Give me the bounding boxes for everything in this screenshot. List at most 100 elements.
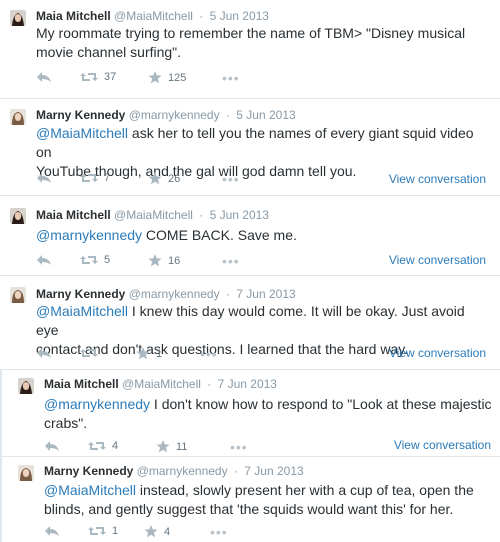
reply-button[interactable] xyxy=(44,440,60,452)
tweet-text: @MaiaMitchell instead, slowly present he… xyxy=(44,481,499,519)
tweet-text-fragment: I don't know how to respond to "Look at … xyxy=(150,396,492,412)
more-options-icon[interactable]: ••• xyxy=(230,440,248,454)
separator-dot: · xyxy=(225,108,230,122)
retweet-icon xyxy=(80,256,98,264)
favorite-count: 125 xyxy=(168,71,187,84)
favorite-button[interactable]: 26 xyxy=(148,172,180,185)
favorite-button[interactable]: 1 xyxy=(136,347,162,360)
tweet-author-name[interactable]: Marny Kennedy xyxy=(36,287,125,301)
more-options-icon[interactable]: ••• xyxy=(222,172,240,186)
retweet-button[interactable]: 37 xyxy=(80,71,116,83)
mention-link[interactable]: @marnykennedy xyxy=(36,227,142,243)
separator-dot: · xyxy=(199,9,204,23)
favorite-count: 16 xyxy=(168,254,181,267)
tweet-timestamp[interactable]: 5 Jun 2013 xyxy=(210,9,269,23)
reply-icon xyxy=(45,441,59,451)
tweet-6: Marny Kennedy @marnykennedy · 7 Jun 2013… xyxy=(0,457,500,542)
favorite-star-icon xyxy=(144,525,158,538)
tweet-text-fragment: instead, slowly present her with a cup o… xyxy=(136,482,474,498)
tweet-author-name[interactable]: Maia Mitchell xyxy=(44,377,119,391)
tweet-text-line: @MaiaMitchell I knew this day would come… xyxy=(36,302,491,340)
reply-icon xyxy=(37,173,51,183)
tweet-timestamp[interactable]: 7 Jun 2013 xyxy=(236,287,295,301)
retweet-icon xyxy=(80,73,98,81)
tweet-author-name[interactable]: Marny Kennedy xyxy=(36,108,125,122)
tweet-4: Marny Kennedy @marnykennedy · 7 Jun 2013… xyxy=(0,276,500,370)
tweet-author-handle[interactable]: @MaiaMitchell xyxy=(122,377,201,391)
tweet-text-fragment: COME BACK. Save me. xyxy=(142,227,297,243)
view-conversation-link[interactable]: View conversation xyxy=(389,172,486,186)
favorite-button[interactable]: 11 xyxy=(156,440,187,453)
tweet-author-handle[interactable]: @marnykennedy xyxy=(129,287,220,301)
favorite-star-icon xyxy=(148,254,162,267)
favorite-count: 11 xyxy=(176,440,188,453)
favorite-button[interactable]: 16 xyxy=(148,254,180,267)
view-conversation-link[interactable]: View conversation xyxy=(389,253,486,267)
reply-icon xyxy=(37,348,51,358)
tweet-author-handle[interactable]: @MaiaMitchell xyxy=(114,9,193,23)
favorite-star-icon xyxy=(156,440,170,453)
retweet-button[interactable]: 4 xyxy=(88,440,118,452)
reply-button[interactable] xyxy=(36,254,52,266)
tweet-text: @marnykennedy COME BACK. Save me. xyxy=(36,226,491,245)
tweet-text-line: @marnykennedy I don't know how to respon… xyxy=(44,395,499,414)
tweet-text-line: movie channel surfing". xyxy=(36,44,182,60)
separator-dot: · xyxy=(207,377,212,391)
view-conversation-link[interactable]: View conversation xyxy=(389,346,486,360)
tweet-timestamp[interactable]: 7 Jun 2013 xyxy=(218,377,277,391)
favorite-button[interactable]: 4 xyxy=(144,525,170,538)
tweet-timestamp[interactable]: 5 Jun 2013 xyxy=(236,108,295,122)
more-options-icon[interactable]: ••• xyxy=(200,347,218,361)
mention-link[interactable]: @MaiaMitchell xyxy=(36,125,128,141)
reply-icon xyxy=(37,255,51,265)
retweet-button[interactable] xyxy=(80,347,104,359)
tweet-author-handle[interactable]: @MaiaMitchell xyxy=(114,208,193,222)
tweet-author-name[interactable]: Maia Mitchell xyxy=(36,208,111,222)
avatar-maia[interactable] xyxy=(10,10,26,26)
avatar-maia[interactable] xyxy=(18,378,34,394)
retweet-count: 4 xyxy=(112,440,119,452)
retweet-count: 1 xyxy=(112,525,119,537)
tweet-text-line: blinds, and gently suggest that 'the squ… xyxy=(44,501,454,517)
reply-icon xyxy=(37,72,51,82)
reply-button[interactable] xyxy=(44,525,60,537)
view-conversation-link[interactable]: View conversation xyxy=(394,438,491,452)
retweet-button[interactable]: 1 xyxy=(88,525,118,537)
tweet-author-name[interactable]: Maia Mitchell xyxy=(36,9,111,23)
separator-dot: · xyxy=(225,287,230,301)
avatar-marny[interactable] xyxy=(10,287,26,303)
mention-link[interactable]: @MaiaMitchell xyxy=(44,482,136,498)
tweet-3: Maia Mitchell @MaiaMitchell · 5 Jun 2013… xyxy=(0,196,500,271)
retweet-button[interactable]: 5 xyxy=(80,254,110,266)
mention-link[interactable]: @marnykennedy xyxy=(44,396,150,412)
tweet-author-handle[interactable]: @marnykennedy xyxy=(129,108,220,122)
more-options-icon[interactable]: ••• xyxy=(222,71,240,85)
favorite-count: 4 xyxy=(164,525,171,538)
tweet-text: My roommate trying to remember the name … xyxy=(36,24,491,62)
more-options-icon[interactable]: ••• xyxy=(210,525,228,539)
reply-button[interactable] xyxy=(36,347,52,359)
favorite-count: 1 xyxy=(156,347,163,360)
tweet-text-line: @MaiaMitchell instead, slowly present he… xyxy=(44,481,499,500)
favorite-star-icon xyxy=(148,71,162,84)
more-options-icon[interactable]: ••• xyxy=(222,254,240,268)
tweet-text-line: @marnykennedy COME BACK. Save me. xyxy=(36,226,491,245)
avatar-maia[interactable] xyxy=(10,208,26,224)
tweet-timestamp[interactable]: 7 Jun 2013 xyxy=(244,464,303,478)
mention-link[interactable]: @MaiaMitchell xyxy=(36,303,128,319)
tweet-author-handle[interactable]: @marnykennedy xyxy=(137,464,228,478)
tweet-timestamp[interactable]: 5 Jun 2013 xyxy=(210,208,269,222)
favorite-button[interactable]: 125 xyxy=(148,71,186,84)
tweet-1: Maia Mitchell @MaiaMitchell · 5 Jun 2013… xyxy=(0,0,500,92)
tweet-2: Marny Kennedy @marnykennedy · 5 Jun 2013… xyxy=(0,99,500,192)
tweet-author-name[interactable]: Marny Kennedy xyxy=(44,464,133,478)
avatar-marny[interactable] xyxy=(18,465,34,481)
avatar-marny[interactable] xyxy=(10,109,26,125)
retweet-count: 37 xyxy=(104,71,117,83)
retweet-count: 5 xyxy=(104,254,111,266)
reply-button[interactable] xyxy=(36,172,52,184)
reply-button[interactable] xyxy=(36,71,52,83)
retweet-icon xyxy=(88,527,106,535)
retweet-icon xyxy=(88,442,106,450)
retweet-button[interactable]: 7 xyxy=(80,172,110,184)
